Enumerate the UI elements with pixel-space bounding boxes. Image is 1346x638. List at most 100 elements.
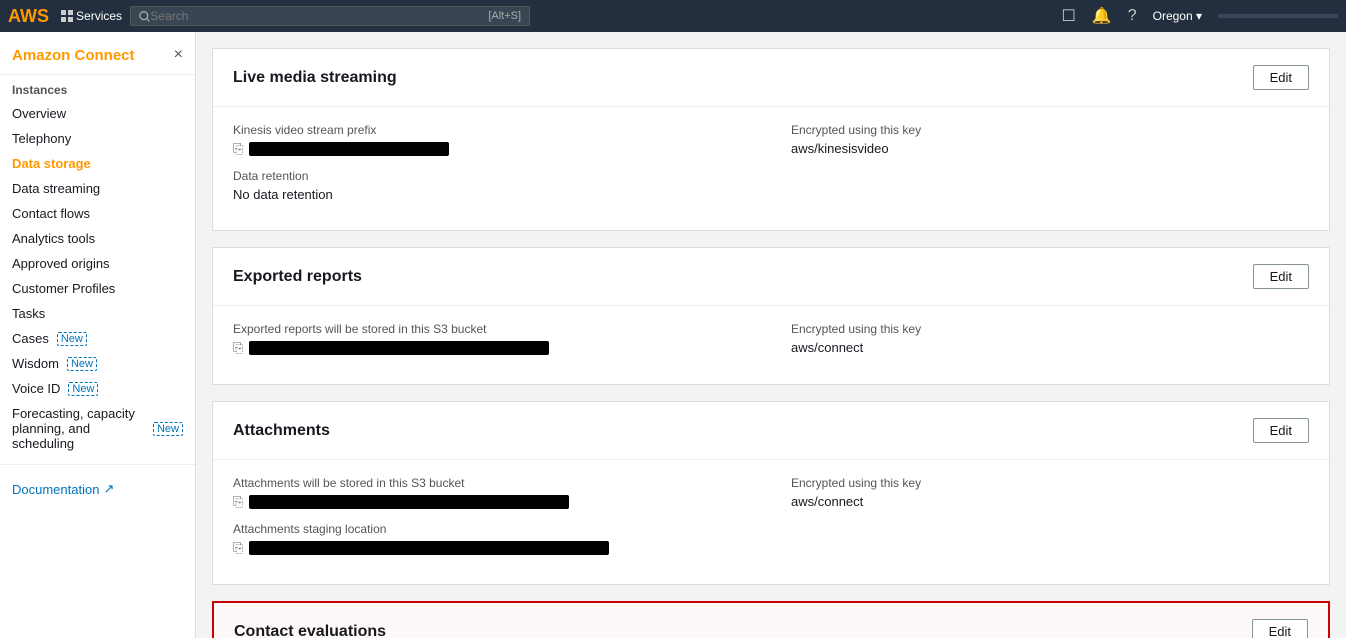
sidebar-item-label: Cases [12,331,49,346]
field-value: No data retention [233,187,1309,202]
sidebar-item-contact-flows[interactable]: Contact flows [0,201,195,226]
top-navigation: AWS Services [Alt+S] ☐ 🔔 ? Oregon ▾ [0,0,1346,32]
sidebar-item-tasks[interactable]: Tasks [0,301,195,326]
sidebar-item-voice-id[interactable]: Voice ID New [0,376,195,401]
region-selector[interactable]: Oregon ▾ [1153,9,1202,23]
section-title: Attachments [233,422,330,440]
sidebar-item-telephony[interactable]: Telephony [0,126,195,151]
section-exported-reports: Exported reports Edit Exported reports wil… [212,247,1330,385]
sidebar-item-data-storage[interactable]: Data storage [0,151,195,176]
redacted-value [249,142,449,156]
encrypted-value: aws/connect [791,494,1309,509]
sidebar-item-label: Tasks [12,306,45,321]
field-row: Kinesis video stream prefix ⎘ Encrypted us… [233,123,1309,157]
sidebar-item-cases[interactable]: CasesNew [0,326,195,351]
bell-icon[interactable]: 🔔 [1092,6,1112,26]
sidebar-item-label: Wisdom [12,356,59,371]
field-label: Attachments staging location [233,522,1309,536]
sidebar-item-label: Approved origins [12,256,110,271]
field-value-row: ⎘ [233,494,751,510]
field-value-row: ⎘ [233,340,751,356]
section-header-contact-evaluations: Contact evaluations Edit [214,603,1328,638]
field-label: Attachments will be stored in this S3 bu… [233,476,751,490]
section-header-exported-reports: Exported reports Edit [213,248,1329,306]
search-input[interactable] [150,9,484,23]
redacted-value [249,541,609,555]
section-header-live-media-streaming: Live media streaming Edit [213,49,1329,107]
sidebar-item-data-streaming[interactable]: Data streaming [0,176,195,201]
search-bar[interactable]: [Alt+S] [130,6,530,26]
field-label: Exported reports will be stored in this … [233,322,751,336]
terminal-icon[interactable]: ☐ [1061,6,1075,26]
edit-button-live-media-streaming[interactable]: Edit [1253,65,1309,90]
external-link-icon: ↗ [103,481,114,497]
section-title: Exported reports [233,268,362,286]
section-header-attachments: Attachments Edit [213,402,1329,460]
copy-icon[interactable]: ⎘ [233,141,243,157]
redacted-value [249,495,569,509]
new-badge: New [68,382,98,396]
app-layout: Amazon Connect × Instances Overview Telep… [0,32,1346,638]
documentation-link[interactable]: Documentation ↗ [0,473,195,505]
section-body-exported-reports: Exported reports will be stored in this … [213,306,1329,384]
help-icon[interactable]: ? [1128,7,1137,25]
section-body-attachments: Attachments will be stored in this S3 bu… [213,460,1329,584]
field-group: Attachments will be stored in this S3 bu… [233,476,751,510]
edit-button-attachments[interactable]: Edit [1253,418,1309,443]
copy-icon[interactable]: ⎘ [233,540,243,556]
sidebar-item-label: Contact flows [12,206,90,221]
edit-button-exported-reports[interactable]: Edit [1253,264,1309,289]
section-body-live-media-streaming: Kinesis video stream prefix ⎘ Encrypted us… [213,107,1329,230]
section-attachments: Attachments Edit Attachments will be store… [212,401,1330,585]
sidebar-divider [0,464,195,465]
sidebar-item-analytics-tools[interactable]: Analytics tools [0,226,195,251]
services-button[interactable]: Services [61,9,122,23]
field-row: Exported reports will be stored in this … [233,322,1309,356]
sidebar: Amazon Connect × Instances Overview Telep… [0,32,196,638]
close-sidebar-button[interactable]: × [174,46,183,64]
sidebar-nav: Overview Telephony Data storage Data stream… [0,101,195,456]
encrypted-group: Encrypted using this key aws/connect [791,476,1309,510]
encrypted-label: Encrypted using this key [791,476,1309,490]
sidebar-item-label: Analytics tools [12,231,95,246]
encrypted-value: aws/connect [791,340,1309,355]
field-group: Data retention No data retention [233,169,1309,202]
sidebar-item-label: Customer Profiles [12,281,115,296]
encrypted-value: aws/kinesisvideo [791,141,1309,156]
sidebar-item-wisdom[interactable]: Wisdom New [0,351,195,376]
section-title: Contact evaluations [234,623,386,638]
redacted-value [249,341,549,355]
aws-logo: AWS [8,6,49,27]
field-row: Attachments staging location ⎘ [233,522,1309,556]
encrypted-group: Encrypted using this key aws/kinesisvideo [791,123,1309,157]
search-icon [139,10,150,23]
sidebar-item-label: Voice ID [12,381,60,396]
field-label: Kinesis video stream prefix [233,123,751,137]
sidebar-item-forecasting-capacity-planning-and-scheduling[interactable]: Forecasting, capacity planning, and sche… [0,401,195,456]
copy-icon[interactable]: ⎘ [233,340,243,356]
sidebar-item-label: Forecasting, capacity planning, and sche… [12,406,145,451]
main-content: Live media streaming Edit Kinesis video st… [196,32,1346,638]
field-label: Data retention [233,169,1309,183]
sidebar-item-approved-origins[interactable]: Approved origins [0,251,195,276]
encrypted-label: Encrypted using this key [791,123,1309,137]
account-menu[interactable] [1218,14,1338,18]
sidebar-item-overview[interactable]: Overview [0,101,195,126]
copy-icon[interactable]: ⎘ [233,494,243,510]
section-contact-evaluations: Contact evaluations EditContact evaluatio… [212,601,1330,638]
sidebar-item-customer-profiles[interactable]: Customer Profiles [0,276,195,301]
section-title: Live media streaming [233,69,397,87]
sidebar-item-label: Data storage [12,156,91,171]
instances-section-header: Instances [0,75,195,101]
documentation-label: Documentation [12,482,99,497]
field-value-row: ⎘ [233,141,751,157]
edit-button-contact-evaluations[interactable]: Edit [1252,619,1308,638]
sidebar-item-label: Overview [12,106,66,121]
field-group: Kinesis video stream prefix ⎘ [233,123,751,157]
sidebar-item-label: Data streaming [12,181,100,196]
new-badge: New [67,357,97,371]
encrypted-label: Encrypted using this key [791,322,1309,336]
field-group: Exported reports will be stored in this … [233,322,751,356]
sidebar-title: Amazon Connect [12,47,135,64]
field-row: Attachments will be stored in this S3 bu… [233,476,1309,510]
